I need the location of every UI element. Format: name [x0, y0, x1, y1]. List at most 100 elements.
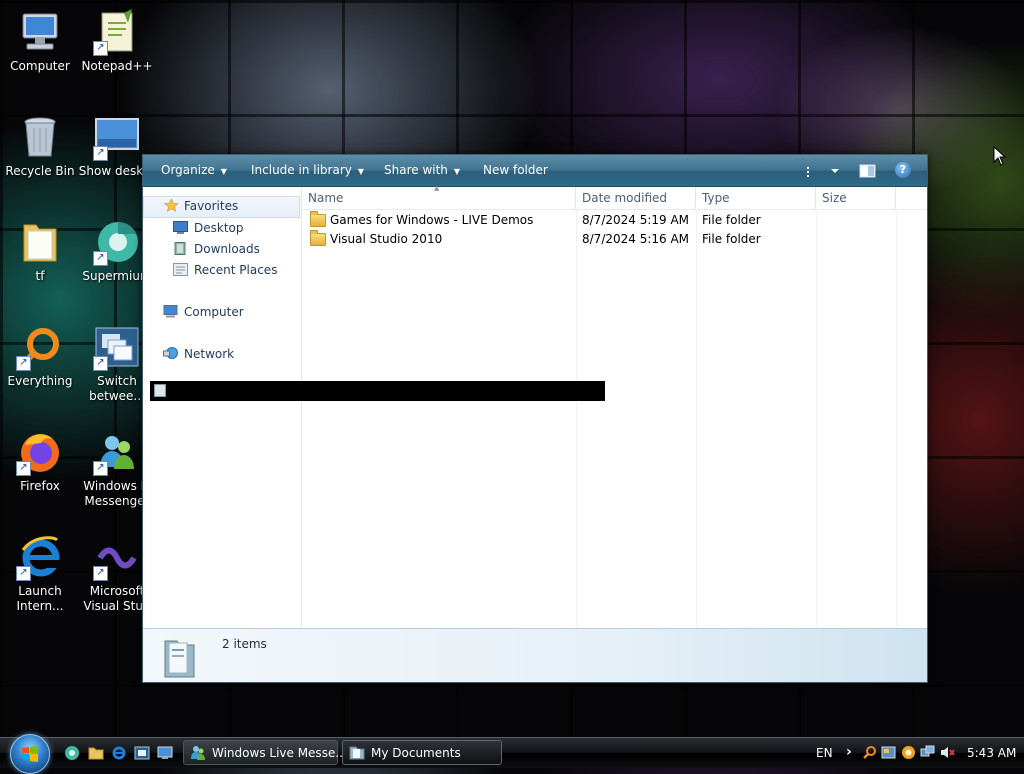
help-button[interactable]: ?: [895, 161, 913, 181]
shortcut-arrow-icon: ↗: [93, 566, 108, 581]
desktop-icon-label: tf: [35, 269, 45, 283]
nav-computer-label: Computer: [184, 305, 244, 319]
chevron-down-icon: ▼: [220, 167, 227, 176]
share-with-label: Share with: [384, 163, 448, 177]
column-name-label: Name: [308, 191, 344, 205]
command-bar: Organize ▼ Include in library ▼ Share with…: [143, 155, 927, 187]
desktop-icon-label: Launch Intern...: [16, 584, 64, 613]
shortcut-arrow-icon: ↗: [16, 566, 31, 581]
share-with-menu[interactable]: Share with ▼: [384, 163, 460, 177]
supermium-icon: ↗: [93, 218, 141, 266]
file-type: File folder: [702, 213, 761, 227]
desktop-icon-label: Notepad++: [81, 59, 153, 73]
downloads-icon: [174, 242, 186, 255]
file-list: Name ▲ Date modified Type Size Games for…: [302, 184, 927, 628]
network-icon: [163, 347, 178, 359]
action-center-icon[interactable]: [881, 745, 896, 760]
taskbar: Windows Live Messe... My Documents EN › …: [0, 734, 1024, 774]
desktop-icon-label: Computer: [10, 59, 70, 73]
folder-icon: [310, 211, 326, 227]
desktop-icon-launch-internet-explorer[interactable]: ↗ Launch Intern...: [0, 533, 80, 614]
column-size[interactable]: Size: [816, 187, 896, 209]
include-in-library-label: Include in library: [251, 163, 352, 177]
language-indicator[interactable]: EN: [816, 746, 833, 760]
desktop-icon-tf[interactable]: tf: [0, 218, 80, 284]
computer-icon: [163, 305, 178, 318]
tray-expand-button[interactable]: ›: [846, 744, 852, 760]
column-date-modified[interactable]: Date modified: [576, 187, 696, 209]
switch-windows-icon: ↗: [93, 323, 141, 371]
taskbar-button-my-documents[interactable]: My Documents: [342, 740, 502, 765]
supermium-quicklaunch-icon[interactable]: [64, 745, 80, 761]
shortcut-arrow-icon: ↗: [16, 461, 31, 476]
include-in-library-menu[interactable]: Include in library ▼: [251, 163, 364, 177]
messenger-status-icon[interactable]: [901, 745, 916, 760]
shortcut-arrow-icon: ↗: [16, 356, 31, 371]
column-date-label: Date modified: [582, 191, 668, 205]
shortcut-arrow-icon: ↗: [93, 356, 108, 371]
show-desktop-quicklaunch-icon[interactable]: [157, 745, 173, 761]
shortcut-arrow-icon: ↗: [93, 251, 108, 266]
nav-computer[interactable]: Computer: [143, 302, 301, 322]
nav-recent-places[interactable]: Recent Places: [143, 260, 301, 280]
folder-quicklaunch-icon[interactable]: [88, 745, 104, 761]
desktop-icon-label: Recycle Bin: [5, 164, 75, 178]
mouse-cursor-icon: [993, 146, 1007, 166]
show-desktop-icon: ↗: [93, 113, 141, 161]
column-name[interactable]: Name ▲: [302, 184, 576, 209]
file-name: Visual Studio 2010: [330, 232, 443, 246]
details-pane: 2 items: [143, 628, 927, 682]
nav-favorites[interactable]: Favorites: [143, 196, 300, 218]
new-folder-button[interactable]: New folder: [483, 163, 548, 177]
switch-windows-quicklaunch-icon[interactable]: [134, 745, 150, 761]
network-icon[interactable]: [920, 745, 935, 760]
column-divider: [816, 209, 817, 628]
desktop-icon-everything[interactable]: ↗ Everything: [0, 323, 80, 389]
sort-up-icon: ▲: [434, 184, 440, 192]
file-name: Games for Windows - LIVE Demos: [330, 213, 534, 227]
desktop-icon-notepadpp[interactable]: ↗ Notepad++: [77, 8, 157, 74]
column-size-label: Size: [822, 191, 847, 205]
column-type-label: Type: [702, 191, 730, 205]
column-divider: [696, 209, 697, 628]
column-type[interactable]: Type: [696, 187, 816, 209]
nav-downloads-label: Downloads: [194, 242, 260, 256]
nav-recent-places-label: Recent Places: [194, 263, 278, 277]
views-button[interactable]: [803, 161, 843, 181]
file-row[interactable]: Visual Studio 2010 8/7/2024 5:16 AM File…: [302, 230, 927, 249]
taskbar-button-messenger[interactable]: Windows Live Messe...: [183, 740, 347, 765]
nav-network[interactable]: Network: [143, 344, 301, 364]
clock[interactable]: 5:43 AM: [967, 746, 1016, 760]
desktop-icon-recycle-bin[interactable]: Recycle Bin: [0, 113, 80, 179]
shortcut-arrow-icon: ↗: [93, 146, 108, 161]
desktop-icon-label: Everything: [7, 374, 73, 388]
nav-favorites-label: Favorites: [184, 199, 239, 213]
internet-explorer-quicklaunch-icon[interactable]: [111, 745, 127, 761]
documents-icon: [164, 640, 195, 678]
start-button[interactable]: [10, 734, 50, 774]
nav-desktop[interactable]: Desktop: [143, 218, 301, 238]
preview-pane-button[interactable]: [859, 161, 877, 181]
desktop-icon: [173, 221, 188, 234]
search-icon[interactable]: [862, 745, 877, 760]
new-folder-label: New folder: [483, 163, 548, 177]
item-count: 2 items: [222, 637, 267, 651]
visual-studio-icon: ↗: [93, 533, 141, 581]
desktop-icon-label: Firefox: [20, 479, 60, 493]
column-divider: [576, 209, 577, 628]
organize-menu[interactable]: Organize ▼: [161, 163, 227, 177]
recent-places-icon: [173, 263, 188, 276]
file-row[interactable]: Games for Windows - LIVE Demos 8/7/2024 …: [302, 211, 927, 230]
volume-muted-icon[interactable]: [940, 745, 955, 760]
preview-pane-icon: [859, 164, 876, 178]
computer-icon: [16, 8, 64, 56]
nav-network-label: Network: [184, 347, 235, 361]
documents-icon: [349, 746, 365, 760]
help-icon: ?: [895, 162, 911, 178]
chevron-down-icon: ▼: [453, 167, 461, 176]
desktop-icon-computer[interactable]: Computer: [0, 8, 80, 74]
desktop-icon-firefox[interactable]: ↗ Firefox: [0, 428, 80, 494]
nav-downloads[interactable]: Downloads: [143, 239, 301, 259]
windows-logo-icon: [22, 746, 38, 762]
messenger-icon: ↗: [93, 428, 141, 476]
